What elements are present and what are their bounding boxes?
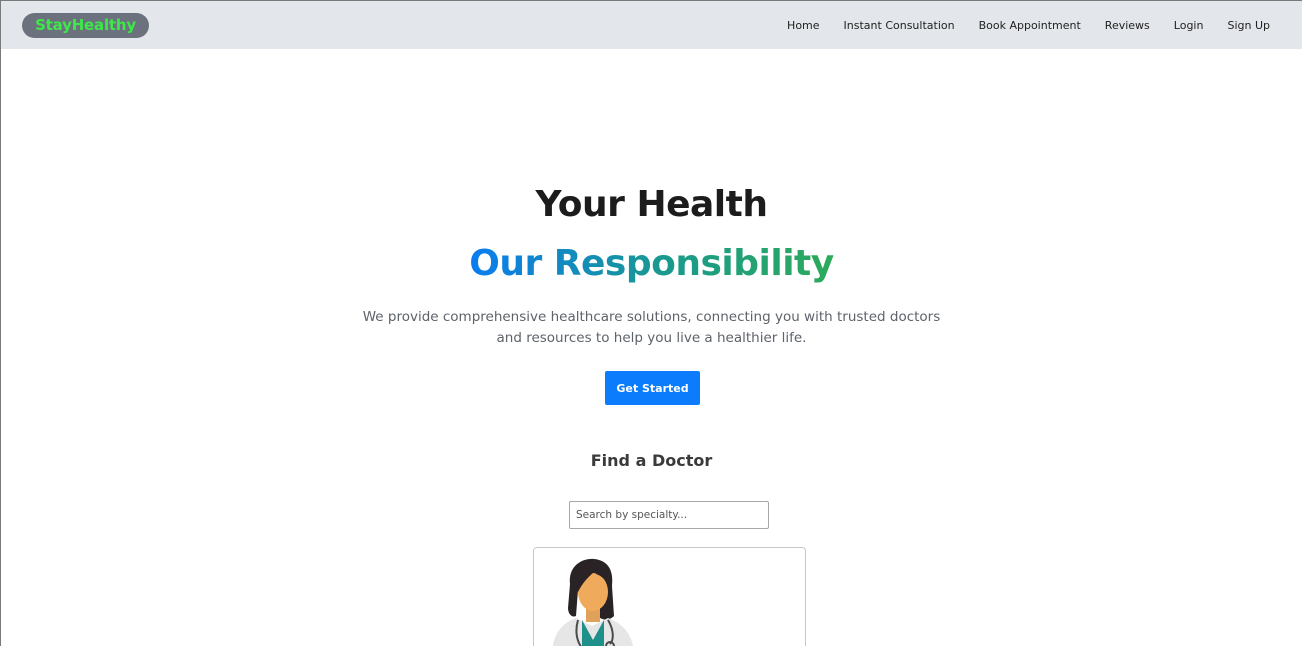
hero-subtitle: Our Responsibility xyxy=(1,243,1302,284)
nav-link-sign-up[interactable]: Sign Up xyxy=(1227,19,1270,32)
logo[interactable]: StayHealthy xyxy=(22,13,149,38)
nav-links: Home Instant Consultation Book Appointme… xyxy=(787,1,1270,49)
specialty-search-input[interactable] xyxy=(569,501,769,529)
doctor-card[interactable] xyxy=(533,547,806,646)
hero-description: We provide comprehensive healthcare solu… xyxy=(362,309,941,346)
hero-title: Your Health xyxy=(535,184,768,225)
navbar: StayHealthy Home Instant Consultation Bo… xyxy=(1,1,1302,49)
nav-link-reviews[interactable]: Reviews xyxy=(1105,19,1150,32)
nav-link-home[interactable]: Home xyxy=(787,19,819,32)
doctor-avatar-icon xyxy=(552,558,633,646)
find-doctor-title: Find a Doctor xyxy=(590,451,713,470)
nav-link-login[interactable]: Login xyxy=(1174,19,1204,32)
hero-subtitle-text: Our Responsibility xyxy=(469,243,834,284)
nav-link-instant-consultation[interactable]: Instant Consultation xyxy=(844,19,955,32)
get-started-button[interactable]: Get Started xyxy=(605,371,700,405)
nav-link-book-appointment[interactable]: Book Appointment xyxy=(979,19,1081,32)
